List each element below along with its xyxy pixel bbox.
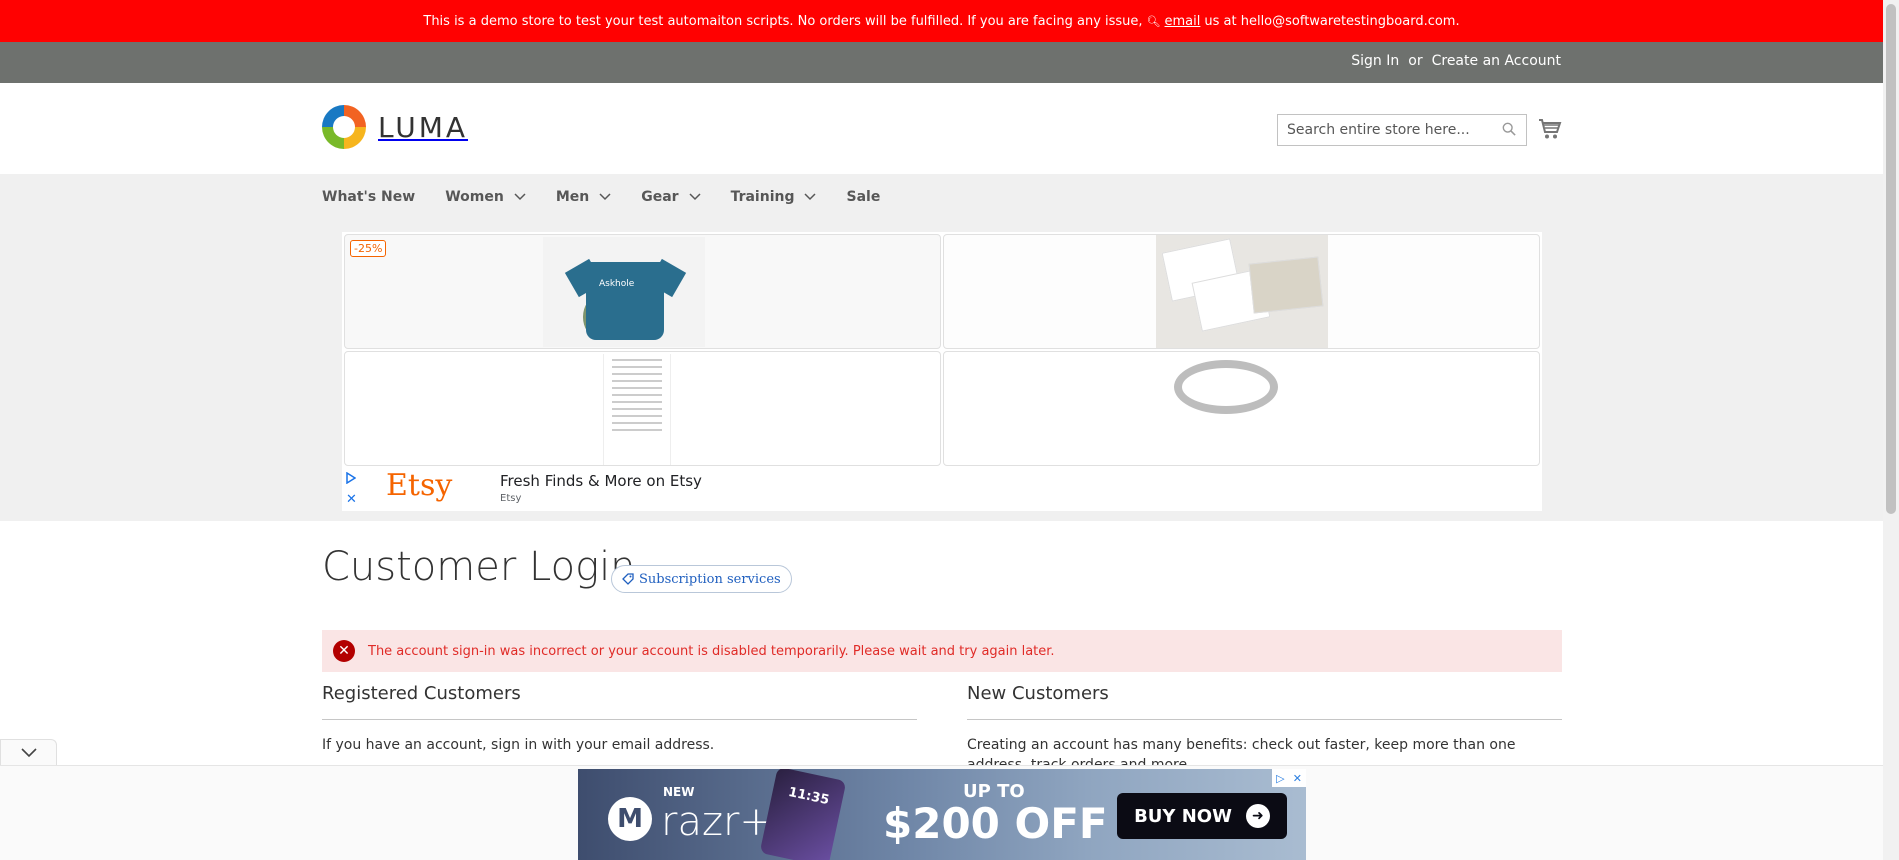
buy-now-label: BUY NOW — [1134, 805, 1232, 827]
demo-notice-email-text: us at hello@softwaretestingboard.com. — [1204, 13, 1460, 29]
error-message: ✕ The account sign-in was incorrect or y… — [322, 630, 1562, 672]
adchoices-play-icon[interactable]: ▷ — [1276, 772, 1284, 785]
card-shape — [1248, 256, 1324, 314]
header-links: Sign In or Create an Account — [1351, 53, 1561, 69]
create-account-link[interactable]: Create an Account — [1432, 53, 1561, 69]
search-icon: 🔍︎ — [1146, 14, 1161, 28]
chevron-down-icon — [514, 193, 526, 201]
nav-item-whats-new[interactable]: What's New — [322, 189, 415, 205]
collapse-ad-button[interactable] — [0, 739, 57, 766]
error-text: The account sign-in was incorrect or you… — [368, 643, 1055, 659]
doc-line — [612, 387, 662, 389]
tshirt-image: Askhole — [543, 237, 705, 347]
demo-notice-bar: This is a demo store to test your test a… — [0, 0, 1883, 42]
nav-item-label: What's New — [322, 189, 416, 205]
ad-offer-text: $200 OFF — [883, 799, 1108, 848]
doc-line — [612, 429, 662, 431]
logo-text: LUMA — [378, 110, 469, 144]
close-icon[interactable]: ✕ — [1293, 772, 1302, 785]
phone-image — [759, 769, 847, 860]
adchoices-controls[interactable]: ▷ ✕ — [1272, 769, 1306, 787]
motorola-logo-mark: M — [617, 804, 643, 834]
email-link[interactable]: email — [1165, 14, 1201, 29]
arrow-right-icon: ➜ — [1245, 804, 1270, 828]
logo[interactable]: LUMA — [322, 105, 468, 149]
or-text: or — [1408, 53, 1423, 69]
nav-item-sale[interactable]: Sale — [846, 189, 880, 205]
cart-icon[interactable] — [1538, 117, 1562, 141]
divider — [967, 719, 1562, 720]
etsy-ad-block[interactable]: -25% Askhole ✕ Etsy Fresh Finds & More o… — [342, 232, 1542, 511]
nav-item-training[interactable]: Training — [731, 189, 817, 205]
chevron-down-icon — [804, 193, 817, 201]
nav-item-women[interactable]: Women — [445, 189, 526, 205]
chevron-down-icon — [599, 193, 611, 201]
sign-in-link[interactable]: Sign In — [1351, 53, 1399, 69]
nav-item-label: Gear — [641, 189, 679, 205]
doc-line — [612, 422, 662, 424]
new-customers-title: New Customers — [967, 683, 1109, 704]
doc-line — [612, 380, 662, 382]
doc-line — [612, 366, 662, 368]
ad-product-document[interactable] — [344, 351, 941, 466]
doc-line — [612, 401, 662, 403]
doc-line — [612, 373, 662, 375]
doc-line — [612, 359, 662, 361]
ad-product-tshirt[interactable]: -25% Askhole — [344, 234, 941, 349]
nav-item-label: Men — [555, 189, 590, 205]
buy-now-button[interactable]: BUY NOW ➜ — [1117, 793, 1287, 839]
close-icon[interactable]: ✕ — [346, 492, 357, 507]
search-icon[interactable] — [1502, 122, 1516, 136]
demo-notice-text: This is a demo store to test your test a… — [423, 13, 1143, 29]
header: LUMA — [0, 83, 1883, 174]
luma-logo-icon — [322, 105, 366, 149]
ad-product-cards[interactable] — [943, 234, 1540, 349]
nav-item-label: Women — [445, 189, 504, 205]
bracelet-image — [1174, 360, 1278, 414]
error-icon: ✕ — [333, 640, 355, 662]
razr-banner-ad[interactable]: M NEW razr+ 11:35 UP TO $200 OFF BUY NOW… — [578, 769, 1306, 860]
chevron-down-icon — [689, 193, 701, 201]
tshirt-body — [586, 262, 664, 340]
search-box — [1277, 114, 1527, 146]
chevron-down-icon — [20, 748, 37, 758]
doc-line — [612, 408, 662, 410]
page: This is a demo store to test your test a… — [0, 0, 1883, 860]
vertical-scrollbar[interactable] — [1883, 0, 1899, 860]
etsy-logo: Etsy — [386, 468, 453, 503]
page-title: Customer Login — [322, 544, 636, 590]
etsy-ad-footer[interactable]: ✕ Etsy Fresh Finds & More on Etsy Etsy — [342, 466, 1542, 511]
registered-customers-text: If you have an account, sign in with you… — [322, 737, 715, 753]
ad-new-label: NEW — [663, 785, 695, 799]
ad-product-name: razr+ — [661, 799, 773, 845]
tag-icon — [622, 573, 634, 585]
divider — [322, 719, 917, 720]
panel-header: Sign In or Create an Account — [0, 42, 1883, 83]
nav-menu: What's New Women Men Gear Training Sale — [322, 189, 910, 205]
registered-customers-title: Registered Customers — [322, 683, 521, 704]
nav-item-men[interactable]: Men — [556, 189, 611, 205]
nav-item-gear[interactable]: Gear — [641, 189, 701, 205]
adchoices-play-icon[interactable] — [346, 472, 356, 484]
doc-line — [612, 394, 662, 396]
etsy-ad-advertiser: Etsy — [500, 493, 522, 504]
doc-line — [612, 415, 662, 417]
document-image — [603, 354, 671, 465]
cards-image — [1156, 235, 1328, 348]
subscription-services-label: Subscription services — [639, 571, 781, 587]
discount-badge: -25% — [350, 240, 387, 257]
search-input[interactable] — [1287, 122, 1487, 138]
tshirt-print-text: Askhole — [599, 279, 635, 289]
nav-item-label: Sale — [846, 189, 881, 205]
nav-item-label: Training — [730, 189, 795, 205]
subscription-services-badge[interactable]: Subscription services — [611, 565, 792, 593]
scrollbar-thumb[interactable] — [1886, 4, 1896, 514]
etsy-ad-title[interactable]: Fresh Finds & More on Etsy — [500, 472, 702, 490]
ad-product-bracelet[interactable] — [943, 351, 1540, 466]
